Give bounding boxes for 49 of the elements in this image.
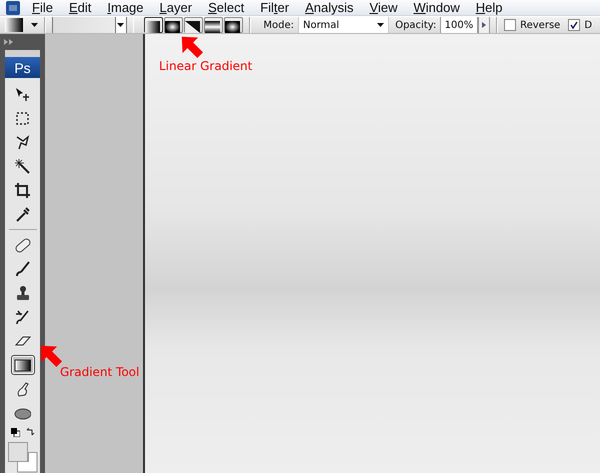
gradient-type-button[interactable]: [144, 17, 164, 33]
menu-item[interactable]: Filter: [252, 0, 298, 15]
menu-item[interactable]: Layer: [152, 0, 200, 15]
marquee-icon: [14, 110, 31, 126]
expand-icon[interactable]: [4, 39, 14, 45]
crop-icon: [14, 182, 31, 198]
background-color-swatch[interactable]: [16, 452, 37, 472]
app-logo: Ps: [5, 57, 40, 78]
lasso-icon: [14, 134, 31, 150]
menu-item[interactable]: File: [24, 0, 61, 15]
brush-icon: [14, 260, 31, 278]
move-icon: [14, 86, 31, 102]
menu-item[interactable]: Edit: [60, 0, 100, 15]
menu-item[interactable]: View: [362, 0, 406, 15]
gradient-picker[interactable]: [52, 17, 127, 33]
gradient-type-button[interactable]: [164, 17, 184, 33]
foreground-color-swatch[interactable]: [8, 442, 28, 462]
gradient-icon: [14, 356, 31, 374]
eyedropper-icon: [14, 206, 31, 222]
caret-icon: [117, 23, 124, 27]
tool-preset-button[interactable]: [5, 18, 38, 32]
checkbox-label: D: [584, 20, 592, 30]
gradient-type-button[interactable]: [184, 17, 204, 33]
checkbox[interactable]: [504, 19, 516, 31]
menu-item[interactable]: Image: [99, 0, 152, 15]
checkbox-label: Reverse: [520, 20, 560, 30]
menu-item[interactable]: Help: [468, 0, 510, 15]
mode-label: Mode:: [263, 20, 294, 30]
default-colors-icon[interactable]: [10, 428, 20, 437]
mode-dropdown[interactable]: Normal: [298, 17, 390, 33]
opacity-field[interactable]: 100%: [440, 17, 478, 33]
swap-colors-icon[interactable]: [26, 428, 34, 437]
annotation-label: Linear Gradient: [159, 59, 252, 73]
caret-icon: [31, 23, 38, 27]
tool-button[interactable]: [10, 355, 34, 375]
gradient-type-button[interactable]: [224, 17, 244, 33]
stamp-icon: [14, 284, 31, 302]
annotation-label: Gradient Tool: [60, 365, 140, 379]
gradient-type-button[interactable]: [204, 17, 224, 33]
menu-item[interactable]: Window: [405, 0, 468, 15]
play-icon: [482, 22, 486, 28]
magic-wand-icon: [14, 158, 31, 174]
opacity-slider-button[interactable]: [478, 17, 490, 33]
menu-item[interactable]: Analysis: [297, 0, 362, 15]
history-brush-icon: [14, 308, 31, 326]
caret-icon: [377, 23, 384, 27]
checkbox[interactable]: [568, 19, 580, 31]
menu-item[interactable]: Select: [200, 0, 252, 15]
opacity-label: Opacity:: [395, 20, 436, 30]
